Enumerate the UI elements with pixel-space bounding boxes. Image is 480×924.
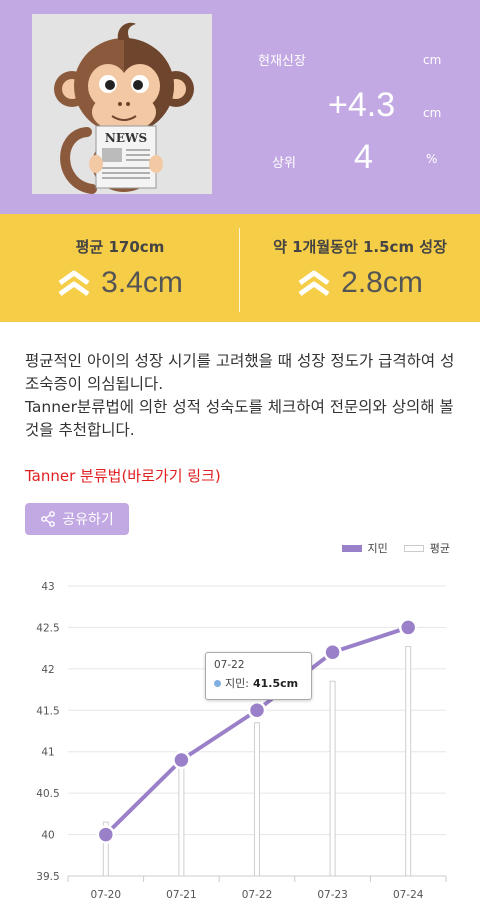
stat-average-title: 평균 170cm (75, 238, 165, 256)
average-bar (254, 722, 260, 877)
stat-average: 평균 170cm 3.4cm (0, 214, 240, 322)
description-line-2: Tanner분류법에 의한 성적 성숙도를 체크하여 전문의와 상의해 볼 것을… (25, 398, 454, 439)
y-tick-label: 43 (41, 581, 54, 593)
average-bar (178, 763, 185, 877)
stat-monthly-value: 2.8cm (341, 266, 423, 299)
tooltip-dot (214, 679, 221, 687)
data-point (96, 825, 116, 844)
legend-swatch-series-1 (341, 544, 362, 552)
y-tick-label: 42 (41, 664, 54, 676)
description-line-1: 평균적인 아이의 성장 시기를 고려했을 때 성장 정도가 급격하여 성조숙증이… (25, 352, 455, 393)
double-chevron-up-icon (58, 270, 90, 297)
share-button[interactable]: 공유하기 (25, 503, 129, 535)
data-point (398, 618, 418, 637)
rank-unit: % (426, 152, 438, 166)
tooltip-date: 07-22 (214, 659, 245, 671)
growth-unit: cm (423, 106, 442, 120)
share-label: 공유하기 (62, 512, 114, 528)
tanner-link[interactable]: Tanner 분류법(바로가기 링크) (25, 465, 221, 486)
data-point (323, 643, 342, 662)
tooltip-value: 41.5cm (252, 676, 299, 690)
x-tick-label: 07-21 (166, 889, 197, 901)
rank-value: 4 (354, 138, 373, 176)
stat-monthly-title: 약 1개월동안 1.5cm 성장 (273, 238, 447, 256)
growth-chart: 39.5 40 40.5 41 41.5 42 42.5 43 07-20 07-21 07-22… (36, 581, 447, 901)
y-tick-label: 42.5 (36, 622, 59, 634)
chart-tooltip: 07-22 지민: 41.5cm (205, 652, 312, 700)
data-point (247, 701, 267, 720)
monkey-news-illustration: NEWS (54, 22, 194, 194)
svg-text:NEWS: NEWS (105, 131, 147, 145)
description: 평균적인 아이의 성장 시기를 고려했을 때 성장 정도가 급격하여 성조숙증이… (25, 350, 465, 442)
y-tick-label: 41 (41, 747, 54, 759)
stat-average-value: 3.4cm (101, 266, 183, 299)
stat-monthly-growth: 약 1개월동안 1.5cm 성장 2.8cm (240, 214, 480, 322)
y-tick-label: 41.5 (36, 705, 59, 717)
average-bar (329, 680, 336, 877)
share-icon (41, 511, 56, 527)
x-tick-label: 07-22 (242, 889, 273, 901)
average-bar (405, 645, 412, 877)
avatar: NEWS (32, 14, 212, 194)
x-tick-label: 07-20 (91, 889, 122, 901)
legend-label-series-2: 평균 (429, 542, 450, 555)
chart-legend: 지민 평균 (341, 540, 450, 556)
rank-label: 상위 (272, 156, 296, 171)
y-tick-label: 40.5 (36, 788, 59, 800)
x-tick-label: 07-23 (317, 889, 348, 901)
profile-header: NEWS 현재신장 cm +4.3 cm 상위 4 % (0, 0, 480, 214)
stats-panel: 평균 170cm 3.4cm 약 1개월동안 1.5cm 성장 2.8cm (0, 214, 480, 322)
data-point (172, 750, 191, 770)
tooltip-series: 지민: (225, 677, 249, 690)
current-height-unit: cm (423, 53, 442, 67)
legend-swatch-series-2 (403, 544, 424, 552)
growth-value: +4.3 (328, 86, 396, 124)
y-tick-label: 39.5 (36, 871, 59, 883)
double-chevron-up-icon (298, 270, 330, 297)
legend-label-series-1: 지민 (367, 542, 388, 555)
x-tick-label: 07-24 (393, 889, 424, 901)
current-height-label: 현재신장 (258, 54, 306, 69)
y-tick-label: 40 (41, 830, 54, 842)
